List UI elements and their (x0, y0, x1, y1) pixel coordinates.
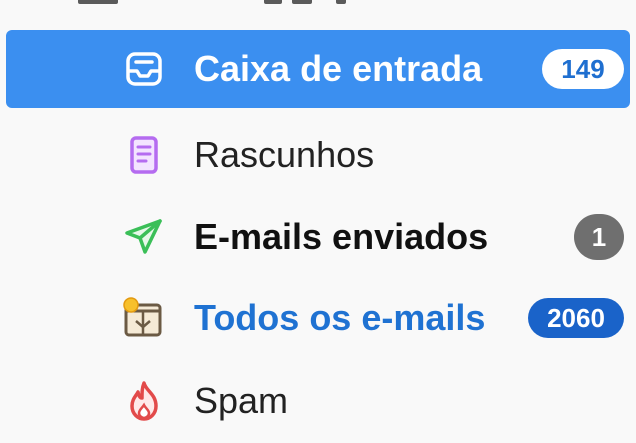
folder-drafts[interactable]: Rascunhos (6, 116, 630, 194)
mail-sidebar: Caixa de entrada 149 Rascunhos E-mails e… (0, 0, 636, 443)
spam-icon (122, 379, 166, 423)
folder-all-mail-label: Todos os e-mails (194, 297, 486, 338)
folder-inbox-label: Caixa de entrada (194, 48, 483, 89)
folder-spam-label: Spam (194, 380, 289, 421)
sent-count-badge: 1 (574, 214, 624, 260)
folder-inbox[interactable]: Caixa de entrada 149 (6, 30, 630, 108)
folder-drafts-label: Rascunhos (194, 134, 375, 175)
drafts-icon (122, 133, 166, 177)
inbox-unread-badge: 149 (542, 49, 624, 89)
all-mail-icon (122, 296, 166, 340)
sent-icon (122, 215, 166, 259)
all-mail-count-badge: 2060 (528, 298, 624, 338)
folder-spam[interactable]: Spam (6, 362, 630, 440)
folder-sent[interactable]: E-mails enviados 1 (6, 198, 630, 276)
folder-all-mail[interactable]: Todos os e-mails 2060 (6, 279, 630, 357)
cut-off-item-above (0, 0, 636, 20)
folder-sent-label: E-mails enviados (194, 216, 489, 257)
inbox-icon (122, 47, 166, 91)
